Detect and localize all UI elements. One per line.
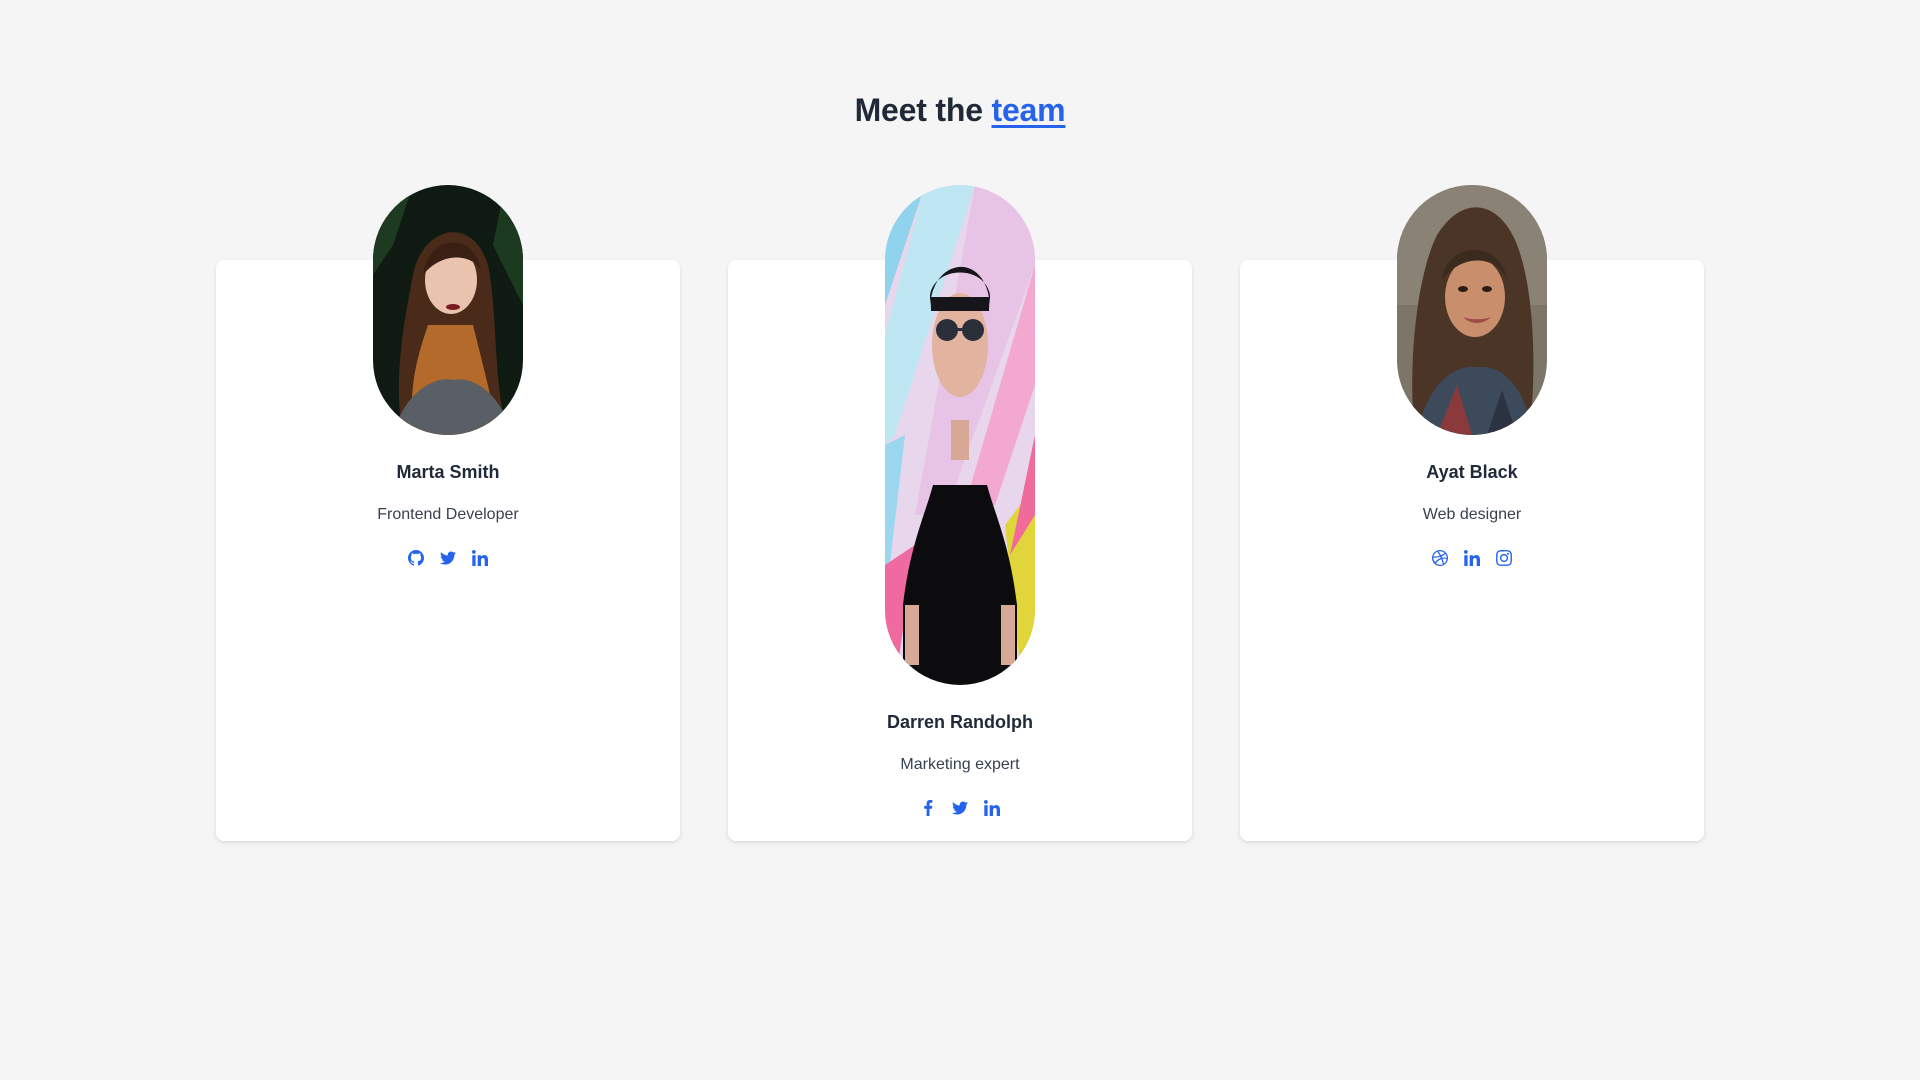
member-photo [1397,185,1547,435]
team-member-card: Darren Randolph Marketing expert [728,185,1192,841]
facebook-icon[interactable] [919,799,937,817]
member-name: Ayat Black [1426,462,1518,482]
social-links [1240,549,1704,567]
social-links [728,799,1192,817]
member-photo [885,185,1035,685]
page-title-prefix: Meet the [854,92,983,128]
team-member-card: Marta Smith Frontend Developer [216,185,680,841]
github-icon[interactable] [407,549,425,567]
member-name: Darren Randolph [886,712,1033,732]
member-role: Marketing expert [900,756,1020,773]
twitter-icon[interactable] [439,549,457,567]
page-title-accent-link[interactable]: team [992,92,1066,128]
member-name: Marta Smith [396,462,500,482]
linkedin-icon[interactable] [983,799,1001,817]
member-photo [373,185,523,435]
social-links [216,549,680,567]
page-title: Meet the team [0,92,1920,129]
linkedin-icon[interactable] [1463,549,1481,567]
dribbble-icon[interactable] [1431,549,1449,567]
team-member-card: Ayat Black Web designer [1240,185,1704,841]
member-role: Frontend Developer [377,506,519,523]
linkedin-icon[interactable] [471,549,489,567]
twitter-icon[interactable] [951,799,969,817]
instagram-icon[interactable] [1495,549,1513,567]
member-role: Web designer [1422,506,1522,523]
